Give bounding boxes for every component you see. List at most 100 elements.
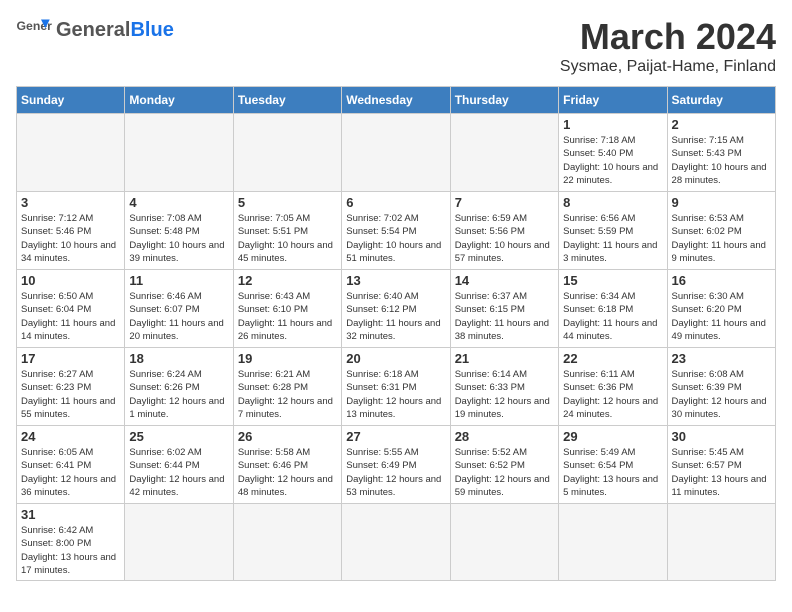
calendar-cell: 26Sunrise: 5:58 AM Sunset: 6:46 PM Dayli… — [233, 426, 341, 504]
calendar-cell: 23Sunrise: 6:08 AM Sunset: 6:39 PM Dayli… — [667, 348, 775, 426]
day-number: 8 — [563, 195, 662, 210]
day-info: Sunrise: 6:42 AM Sunset: 8:00 PM Dayligh… — [21, 524, 120, 577]
day-number: 6 — [346, 195, 445, 210]
header: General GeneralBlue March 2024 Sysmae, P… — [16, 16, 776, 76]
calendar-cell: 21 Sunrise: 6:14 AM Sunset: 6:33 PM Dayli… — [450, 348, 558, 426]
day-info: Sunrise: 6:14 AM Sunset: 6:33 PM Dayligh… — [455, 368, 554, 421]
day-info: Sunrise: 6:27 AM Sunset: 6:23 PM Dayligh… — [21, 368, 120, 421]
day-info: Sunrise: 7:15 AM Sunset: 5:43 PM Dayligh… — [672, 134, 771, 187]
day-info: Sunrise: 6:21 AM Sunset: 6:28 PM Dayligh… — [238, 368, 337, 421]
day-info: Sunrise: 6:53 AM Sunset: 6:02 PM Dayligh… — [672, 212, 771, 265]
day-info: Sunrise: 6:43 AM Sunset: 6:10 PM Dayligh… — [238, 290, 337, 343]
calendar-cell: 24 Sunrise: 6:05 AM Sunset: 6:41 PM Dayli… — [17, 426, 125, 504]
logo: General GeneralBlue — [16, 16, 174, 44]
calendar-cell: 30 Sunrise: 5:45 AM Sunset: 6:57 PM Dayli… — [667, 426, 775, 504]
day-info: Sunrise: 5:49 AM Sunset: 6:54 PM Dayligh… — [563, 446, 662, 499]
day-number: 11 — [129, 273, 228, 288]
calendar-cell — [342, 114, 450, 192]
day-info: Sunrise: 5:52 AM Sunset: 6:52 PM Dayligh… — [455, 446, 554, 499]
col-header-thursday: Thursday — [450, 87, 558, 114]
day-number: 31 — [21, 507, 120, 522]
day-number: 7 — [455, 195, 554, 210]
calendar-cell: 20 Sunrise: 6:18 AM Sunset: 6:31 PM Dayli… — [342, 348, 450, 426]
day-number: 30 — [672, 429, 771, 444]
day-info: Sunrise: 7:05 AM Sunset: 5:51 PM Dayligh… — [238, 212, 337, 265]
col-header-sunday: Sunday — [17, 87, 125, 114]
day-info: Sunrise: 6:46 AM Sunset: 6:07 PM Dayligh… — [129, 290, 228, 343]
day-info: Sunrise: 6:11 AM Sunset: 6:36 PM Dayligh… — [563, 368, 662, 421]
calendar-cell: 18Sunrise: 6:24 AM Sunset: 6:26 PM Dayli… — [125, 348, 233, 426]
calendar-cell: 14 Sunrise: 6:37 AM Sunset: 6:15 PM Dayli… — [450, 270, 558, 348]
calendar-cell: 27 Sunrise: 5:55 AM Sunset: 6:49 PM Dayli… — [342, 426, 450, 504]
day-info: Sunrise: 6:59 AM Sunset: 5:56 PM Dayligh… — [455, 212, 554, 265]
col-header-tuesday: Tuesday — [233, 87, 341, 114]
day-info: Sunrise: 7:18 AM Sunset: 5:40 PM Dayligh… — [563, 134, 662, 187]
calendar-cell: 28 Sunrise: 5:52 AM Sunset: 6:52 PM Dayli… — [450, 426, 558, 504]
calendar-cell — [450, 114, 558, 192]
day-number: 29 — [563, 429, 662, 444]
calendar-cell: 12 Sunrise: 6:43 AM Sunset: 6:10 PM Dayli… — [233, 270, 341, 348]
calendar-cell — [667, 504, 775, 581]
day-number: 14 — [455, 273, 554, 288]
day-info: Sunrise: 5:55 AM Sunset: 6:49 PM Dayligh… — [346, 446, 445, 499]
calendar-cell: 10Sunrise: 6:50 AM Sunset: 6:04 PM Dayli… — [17, 270, 125, 348]
calendar-cell: 29 Sunrise: 5:49 AM Sunset: 6:54 PM Dayli… — [559, 426, 667, 504]
day-number: 27 — [346, 429, 445, 444]
calendar-cell: 17 Sunrise: 6:27 AM Sunset: 6:23 PM Dayli… — [17, 348, 125, 426]
location-title: Sysmae, Paijat-Hame, Finland — [560, 58, 776, 76]
day-number: 22 — [563, 351, 662, 366]
day-info: Sunrise: 7:12 AM Sunset: 5:46 PM Dayligh… — [21, 212, 120, 265]
day-info: Sunrise: 6:30 AM Sunset: 6:20 PM Dayligh… — [672, 290, 771, 343]
calendar-cell: 31 Sunrise: 6:42 AM Sunset: 8:00 PM Dayli… — [17, 504, 125, 581]
day-number: 12 — [238, 273, 337, 288]
month-title: March 2024 — [560, 16, 776, 58]
calendar-cell: 15 Sunrise: 6:34 AM Sunset: 6:18 PM Dayli… — [559, 270, 667, 348]
calendar-cell: 22 Sunrise: 6:11 AM Sunset: 6:36 PM Dayli… — [559, 348, 667, 426]
day-info: Sunrise: 7:02 AM Sunset: 5:54 PM Dayligh… — [346, 212, 445, 265]
calendar-cell — [559, 504, 667, 581]
day-number: 5 — [238, 195, 337, 210]
calendar-cell — [125, 504, 233, 581]
col-header-saturday: Saturday — [667, 87, 775, 114]
day-number: 2 — [672, 117, 771, 132]
col-header-wednesday: Wednesday — [342, 87, 450, 114]
day-number: 15 — [563, 273, 662, 288]
col-header-monday: Monday — [125, 87, 233, 114]
day-info: Sunrise: 6:37 AM Sunset: 6:15 PM Dayligh… — [455, 290, 554, 343]
day-number: 16 — [672, 273, 771, 288]
calendar-cell: 3Sunrise: 7:12 AM Sunset: 5:46 PM Daylig… — [17, 192, 125, 270]
calendar-cell: 1 Sunrise: 7:18 AM Sunset: 5:40 PM Daylig… — [559, 114, 667, 192]
title-block: March 2024 Sysmae, Paijat-Hame, Finland — [560, 16, 776, 76]
day-number: 4 — [129, 195, 228, 210]
calendar-cell: 16 Sunrise: 6:30 AM Sunset: 6:20 PM Dayli… — [667, 270, 775, 348]
day-info: Sunrise: 5:58 AM Sunset: 6:46 PM Dayligh… — [238, 446, 337, 499]
day-number: 25 — [129, 429, 228, 444]
day-info: Sunrise: 6:05 AM Sunset: 6:41 PM Dayligh… — [21, 446, 120, 499]
logo-icon: General — [16, 16, 52, 44]
calendar-cell — [233, 114, 341, 192]
calendar-cell: 8 Sunrise: 6:56 AM Sunset: 5:59 PM Daylig… — [559, 192, 667, 270]
calendar-table: SundayMondayTuesdayWednesdayThursdayFrid… — [16, 86, 776, 581]
calendar-cell — [450, 504, 558, 581]
calendar-cell: 4Sunrise: 7:08 AM Sunset: 5:48 PM Daylig… — [125, 192, 233, 270]
day-number: 28 — [455, 429, 554, 444]
day-number: 19 — [238, 351, 337, 366]
day-info: Sunrise: 6:56 AM Sunset: 5:59 PM Dayligh… — [563, 212, 662, 265]
calendar-cell — [17, 114, 125, 192]
day-info: Sunrise: 6:08 AM Sunset: 6:39 PM Dayligh… — [672, 368, 771, 421]
calendar-cell — [233, 504, 341, 581]
day-info: Sunrise: 6:18 AM Sunset: 6:31 PM Dayligh… — [346, 368, 445, 421]
calendar-cell — [125, 114, 233, 192]
day-number: 24 — [21, 429, 120, 444]
day-number: 20 — [346, 351, 445, 366]
day-number: 21 — [455, 351, 554, 366]
day-number: 1 — [563, 117, 662, 132]
day-info: Sunrise: 6:40 AM Sunset: 6:12 PM Dayligh… — [346, 290, 445, 343]
day-info: Sunrise: 6:02 AM Sunset: 6:44 PM Dayligh… — [129, 446, 228, 499]
calendar-cell: 13Sunrise: 6:40 AM Sunset: 6:12 PM Dayli… — [342, 270, 450, 348]
day-info: Sunrise: 6:34 AM Sunset: 6:18 PM Dayligh… — [563, 290, 662, 343]
calendar-cell: 2 Sunrise: 7:15 AM Sunset: 5:43 PM Daylig… — [667, 114, 775, 192]
day-number: 17 — [21, 351, 120, 366]
col-header-friday: Friday — [559, 87, 667, 114]
day-info: Sunrise: 5:45 AM Sunset: 6:57 PM Dayligh… — [672, 446, 771, 499]
